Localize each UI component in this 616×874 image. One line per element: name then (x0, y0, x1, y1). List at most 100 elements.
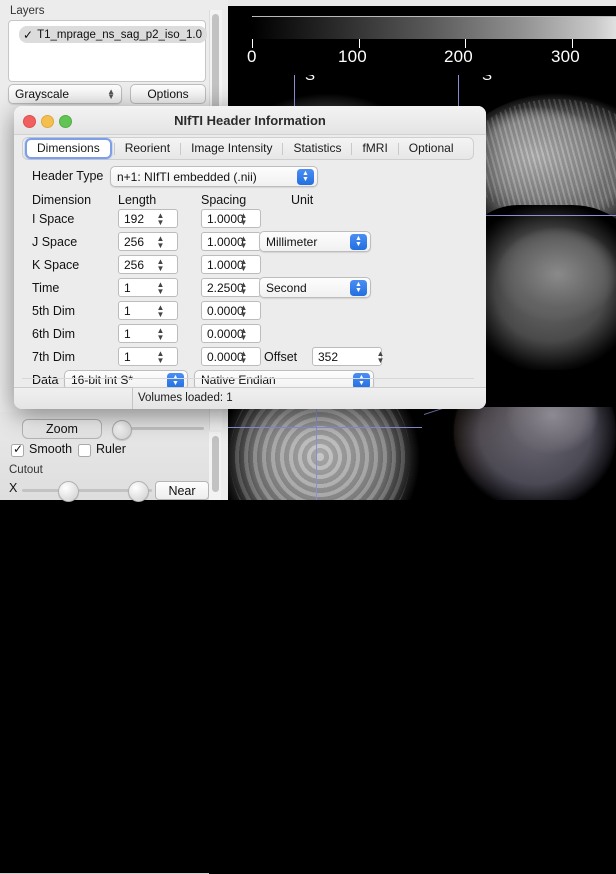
ruler-checkbox[interactable] (78, 444, 91, 457)
nifti-header-dialog[interactable]: NIfTI Header Information Dimensions Reor… (14, 106, 486, 409)
chevron-updown-icon: ▲▼ (350, 280, 367, 296)
orientation-label-superior: S (305, 75, 316, 84)
layers-list[interactable]: ✓ T1_mprage_ns_sag_p2_iso_1.0 (8, 20, 207, 82)
dialog-divider (22, 378, 474, 379)
tab-fmri[interactable]: fMRI (352, 138, 397, 159)
spacing-input-i-space[interactable]: 1.0000 (201, 209, 261, 228)
viewport-top-edge (228, 0, 616, 6)
unit-time-value: Second (266, 280, 307, 295)
dialog-title: NIfTI Header Information (174, 113, 326, 128)
row-label-time: Time (32, 281, 60, 295)
spacing-stepper-j-space[interactable]: ▲ ▼ (237, 232, 250, 251)
spacing-stepper-i-space[interactable]: ▲ ▼ (237, 209, 250, 228)
ruler-label: Ruler (96, 442, 126, 456)
length-input-time[interactable]: 1 (118, 278, 178, 297)
statusbar-cell-empty (14, 388, 133, 409)
unit-select-time[interactable]: Second ▲ ▼ (259, 277, 371, 298)
spacing-input-5th-dim[interactable]: 0.0000 (201, 301, 261, 320)
row-label-i-space: I Space (32, 212, 75, 226)
spacing-stepper-k-space[interactable]: ▲ ▼ (237, 255, 250, 274)
checkmark-icon[interactable]: ✓ (23, 29, 33, 41)
spacing-input-6th-dim[interactable]: 0.0000 (201, 324, 261, 343)
spacing-stepper-time[interactable]: ▲ ▼ (237, 278, 250, 297)
cutout-x-slider-handle-max[interactable] (128, 481, 149, 502)
tab-statistics[interactable]: Statistics (283, 138, 351, 159)
dialog-tabbar[interactable]: Dimensions Reorient Image Intensity Stat… (22, 137, 474, 160)
endian-value: Native Endian (201, 373, 276, 387)
row-label-7th-dim: 7th Dim (32, 350, 76, 364)
volume-render-pane[interactable] (424, 407, 616, 500)
header-type-label: Header Type (32, 169, 104, 183)
chevron-updown-icon: ▲▼ (350, 234, 367, 250)
length-stepper-7th-dim[interactable]: ▲ ▼ (154, 347, 167, 366)
cutout-axis-label: X (9, 481, 18, 495)
spacing-input-7th-dim[interactable]: 0.0000 (201, 347, 261, 366)
length-stepper-time[interactable]: ▲ ▼ (154, 278, 167, 297)
list-item[interactable]: ✓ T1_mprage_ns_sag_p2_iso_1.0 (19, 26, 207, 43)
colormap-select[interactable]: Grayscale ▲ ▼ (8, 84, 122, 104)
spacing-stepper-7th-dim[interactable]: ▲ ▼ (237, 347, 250, 366)
colorbar-tick-label: 100 (338, 47, 367, 66)
row-label-5th-dim: 5th Dim (32, 304, 76, 318)
layers-section-label: Layers (10, 5, 45, 17)
row-label-6th-dim: 6th Dim (32, 327, 76, 341)
cutout-section-label: Cutout (9, 464, 43, 476)
spacing-stepper-5th-dim[interactable]: ▲ ▼ (237, 301, 250, 320)
offset-stepper[interactable]: ▲ ▼ (374, 347, 387, 366)
length-stepper-k-space[interactable]: ▲ ▼ (154, 255, 167, 274)
colorbar-gradient (252, 17, 616, 39)
row-label-k-space: K Space (32, 258, 80, 272)
slice-pane-bottom-left[interactable] (228, 407, 422, 500)
dialog-titlebar[interactable]: NIfTI Header Information (14, 106, 486, 135)
length-stepper-i-space[interactable]: ▲ ▼ (154, 209, 167, 228)
length-stepper-5th-dim[interactable]: ▲ ▼ (154, 301, 167, 320)
panel-scrollbar-thumb-lower[interactable] (212, 436, 219, 492)
length-input-j-space[interactable]: 256 (118, 232, 178, 251)
chevron-updown-icon: ▲▼ (107, 87, 115, 101)
tab-optional[interactable]: Optional (399, 138, 464, 159)
data-type-value: 16-bit int S* (71, 373, 134, 387)
zoom-slider-handle[interactable] (112, 420, 132, 440)
row-label-j-space: J Space (32, 235, 78, 249)
tab-image-intensity[interactable]: Image Intensity (181, 138, 282, 159)
unit-select-space[interactable]: Millimeter ▲ ▼ (259, 231, 371, 252)
colorbar-tick-label: 300 (551, 47, 580, 66)
header-type-value: n+1: NIfTI embedded (.nii) (117, 169, 257, 184)
spacing-input-k-space[interactable]: 1.0000 (201, 255, 261, 274)
length-stepper-j-space[interactable]: ▲ ▼ (154, 232, 167, 251)
smooth-label: Smooth (29, 442, 73, 456)
offset-label: Offset (264, 350, 298, 364)
length-stepper-6th-dim[interactable]: ▲ ▼ (154, 324, 167, 343)
cutout-x-slider-handle-min[interactable] (58, 481, 79, 502)
length-input-7th-dim[interactable]: 1 (118, 347, 178, 366)
length-input-k-space[interactable]: 256 (118, 255, 178, 274)
header-type-select[interactable]: n+1: NIfTI embedded (.nii) ▲ ▼ (110, 166, 318, 187)
brain-axial-gyri (230, 407, 410, 500)
colormap-value: Grayscale (15, 87, 70, 101)
column-header-dimension: Dimension (32, 193, 92, 207)
colorbar-tick-label: 0 (247, 47, 257, 66)
chevron-updown-icon: ▲▼ (297, 169, 314, 185)
tab-reorient[interactable]: Reorient (115, 138, 180, 159)
crosshair-horizontal (228, 427, 422, 428)
tab-dimensions[interactable]: Dimensions (25, 138, 112, 159)
zoom-button[interactable]: Zoom (22, 419, 102, 439)
length-input-6th-dim[interactable]: 1 (118, 324, 178, 343)
length-input-5th-dim[interactable]: 1 (118, 301, 178, 320)
spacing-input-j-space[interactable]: 1.0000 (201, 232, 261, 251)
length-input-i-space[interactable]: 192 (118, 209, 178, 228)
colorbar-tick-label: 200 (444, 47, 473, 66)
data-label: Data (32, 373, 59, 387)
checkmark-icon: ✓ (13, 442, 24, 456)
layer-name-label: T1_mprage_ns_sag_p2_iso_1.0 (37, 28, 203, 41)
spacing-stepper-6th-dim[interactable]: ▲ ▼ (237, 324, 250, 343)
near-button[interactable]: Near (155, 481, 209, 500)
smooth-checkbox[interactable]: ✓ (11, 442, 24, 457)
options-button[interactable]: Options (130, 84, 206, 104)
column-header-spacing: Spacing (201, 193, 247, 207)
intensity-colorbar[interactable]: 0 100 200 300 (247, 17, 616, 66)
offset-input[interactable]: 352 (312, 347, 382, 366)
dialog-statusbar: Volumes loaded: 1 (14, 387, 486, 409)
column-header-length: Length (118, 193, 157, 207)
spacing-input-time[interactable]: 2.2500 (201, 278, 261, 297)
